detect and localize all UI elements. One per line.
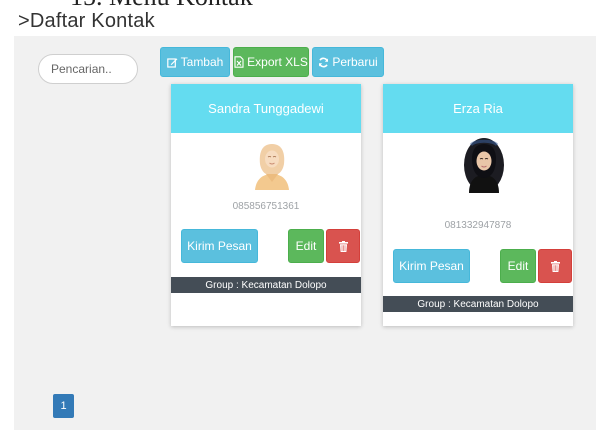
page-title-fragment: 15. Menu Kontak bbox=[70, 0, 253, 10]
contact-group: Group : Kecamatan Dolopo bbox=[383, 296, 573, 312]
add-contact-label: Tambah bbox=[180, 55, 224, 69]
refresh-icon bbox=[318, 57, 329, 68]
page-title: >Daftar Kontak bbox=[18, 10, 155, 32]
contact-phone: 085856751361 bbox=[232, 201, 300, 212]
refresh-button[interactable]: Perbarui bbox=[312, 47, 384, 77]
edit-contact-button[interactable]: Edit bbox=[500, 249, 536, 283]
export-xls-label: Export XLS bbox=[247, 55, 308, 69]
contact-avatar-icon bbox=[252, 142, 292, 190]
refresh-label: Perbarui bbox=[332, 55, 378, 69]
contact-name: Sandra Tunggadewi bbox=[171, 84, 361, 133]
edit-contact-button[interactable]: Edit bbox=[288, 229, 324, 263]
contact-avatar-icon bbox=[463, 137, 505, 193]
contact-card: Sandra Tunggadewi 085856751361 Kirim Pes… bbox=[171, 84, 361, 326]
trash-icon bbox=[338, 240, 348, 252]
export-xls-button[interactable]: Export XLS bbox=[233, 47, 309, 77]
pagination-page-1[interactable]: 1 bbox=[53, 394, 74, 418]
contact-name: Erza Ria bbox=[383, 84, 573, 133]
delete-contact-button[interactable] bbox=[538, 249, 572, 283]
file-excel-icon bbox=[234, 56, 244, 68]
contact-phone: 081332947878 bbox=[444, 220, 512, 231]
trash-icon bbox=[550, 260, 560, 272]
send-message-button[interactable]: Kirim Pesan bbox=[181, 229, 258, 263]
search-input[interactable] bbox=[38, 54, 138, 84]
send-message-button[interactable]: Kirim Pesan bbox=[393, 249, 470, 283]
edit-icon bbox=[166, 57, 178, 68]
add-contact-button[interactable]: Tambah bbox=[160, 47, 230, 77]
contact-group: Group : Kecamatan Dolopo bbox=[171, 277, 361, 293]
contact-card: Erza Ria 081332947878 Kirim Pesan Edit G… bbox=[383, 84, 573, 326]
delete-contact-button[interactable] bbox=[326, 229, 360, 263]
